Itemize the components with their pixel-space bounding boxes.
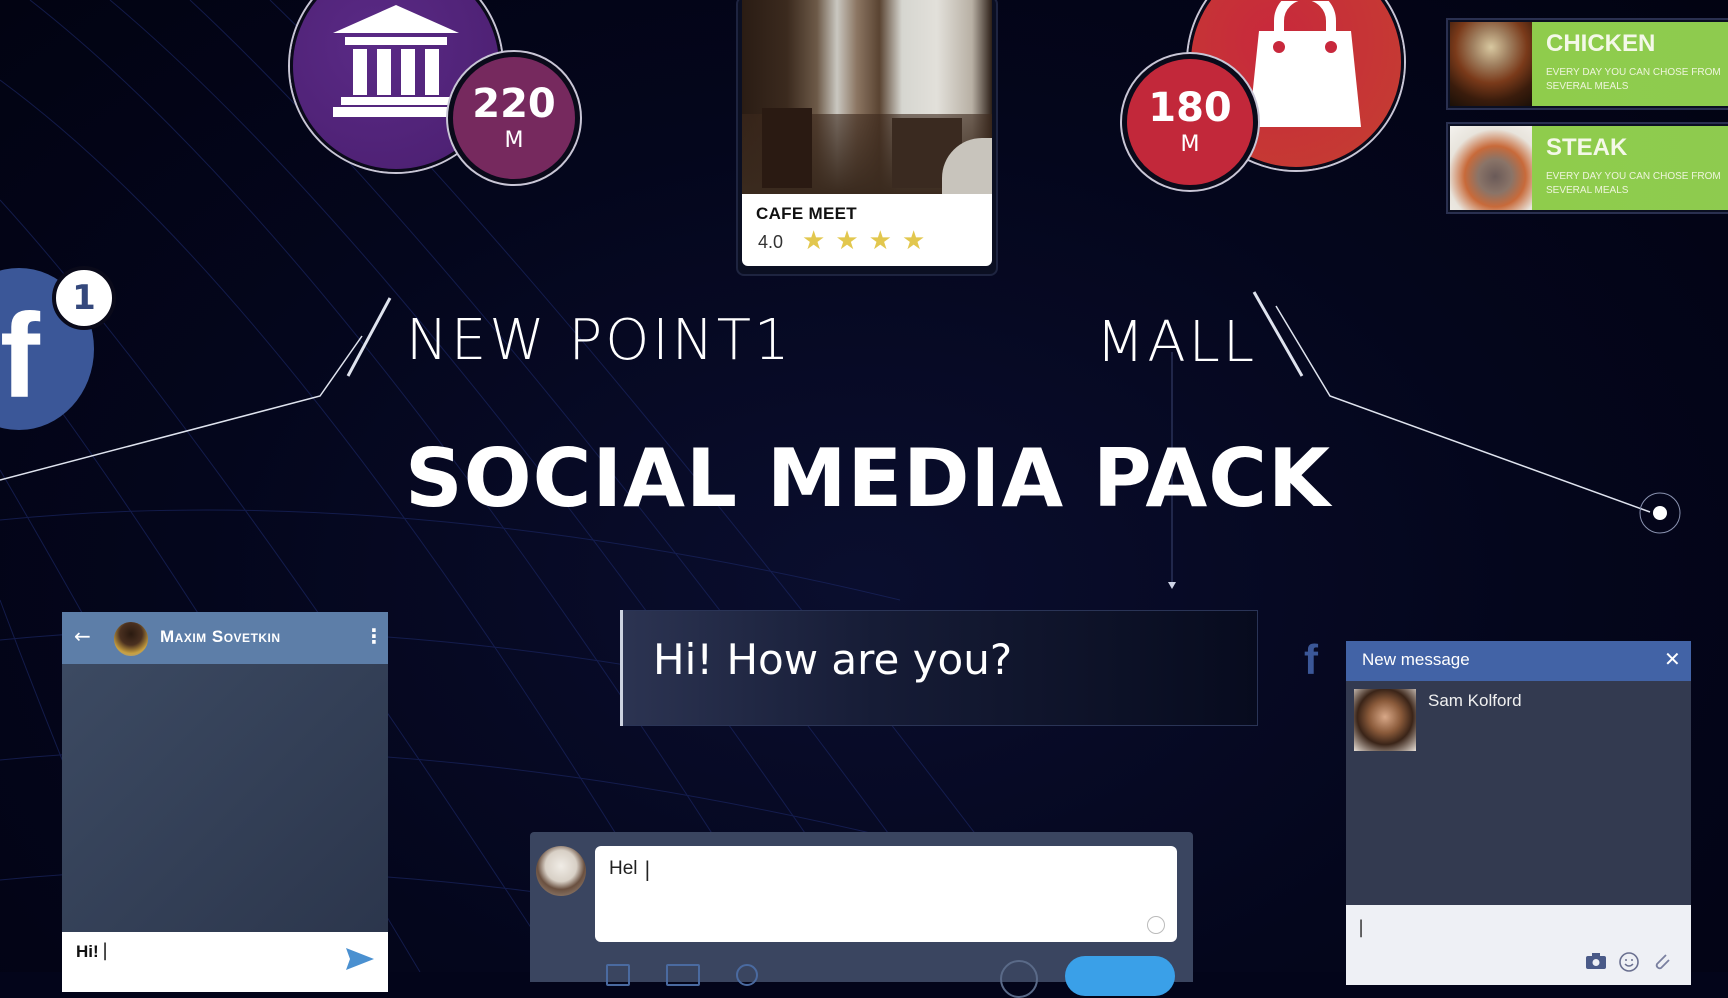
post-button[interactable]	[1065, 956, 1175, 996]
back-arrow-icon[interactable]: ←	[74, 624, 91, 648]
chat-window: ← Maxim Sovetkin ⋮ Hi! |	[62, 612, 388, 992]
star-icon: ★	[868, 226, 892, 256]
user-avatar	[536, 846, 586, 896]
post-composer: Hel |	[530, 832, 1193, 998]
cafe-title: CAFE MEET	[756, 204, 857, 223]
facebook-small-icon: f	[1304, 636, 1318, 683]
new-message-input[interactable]: |	[1346, 905, 1691, 985]
camera-icon[interactable]	[1586, 953, 1606, 969]
food-description: EVERY DAY YOU CAN CHOSE FROM SEVERAL MEA…	[1546, 67, 1721, 92]
food-title: CHICKEN	[1546, 30, 1656, 57]
close-icon[interactable]: ✕	[1664, 647, 1681, 671]
star-icon: ★	[802, 226, 826, 256]
cafe-rating: 4.0	[758, 232, 784, 252]
food-card-steak[interactable]: STEAK EVERY DAY YOU CAN CHOSE FROM SEVER…	[1446, 122, 1728, 214]
food-description: EVERY DAY YOU CAN CHOSE FROM SEVERAL MEA…	[1546, 171, 1721, 196]
right-point-label: MALL	[1096, 310, 1258, 375]
bank-stat-badge: 220 M	[448, 52, 580, 184]
star-rating: ★ ★ ★ ★	[802, 228, 925, 254]
cafe-info: CAFE MEET 4.0 ★ ★ ★ ★	[742, 194, 992, 266]
notification-count: 1	[52, 266, 116, 330]
mall-stat-value: 180	[1148, 84, 1232, 131]
chat-header: ← Maxim Sovetkin ⋮	[62, 612, 388, 664]
composer-input[interactable]: Hel |	[595, 846, 1177, 942]
cafe-photo	[742, 0, 992, 194]
bank-icon	[333, 5, 459, 117]
image-icon[interactable]	[606, 964, 630, 986]
contact-name: Sam Kolford	[1428, 691, 1522, 710]
new-message-header: New message ✕	[1346, 641, 1691, 681]
star-icon: ★	[835, 226, 859, 256]
food-card-chicken[interactable]: CHICKEN EVERY DAY YOU CAN CHOSE FROM SEV…	[1446, 18, 1728, 110]
progress-ring	[1000, 960, 1038, 998]
chicken-image	[1450, 22, 1532, 106]
location-icon[interactable]	[736, 964, 758, 986]
cafe-card[interactable]: CAFE MEET 4.0 ★ ★ ★ ★	[736, 0, 998, 276]
message-accent-bar	[620, 610, 623, 726]
loader-circle	[1147, 916, 1165, 934]
mall-stat-unit: M	[1180, 131, 1200, 157]
right-accent-line	[1252, 291, 1304, 377]
chat-input[interactable]: Hi! |	[62, 932, 388, 992]
send-icon[interactable]	[346, 948, 374, 970]
composer-input-value: Hel	[609, 858, 638, 879]
text-cursor: |	[1358, 917, 1365, 938]
left-point-label: NEW POINT1	[406, 308, 793, 373]
bank-stat-unit: M	[504, 127, 524, 153]
attach-icon[interactable]	[1652, 951, 1672, 973]
message-bubble: Hi! How are you?	[620, 610, 1258, 726]
chat-input-value: Hi!	[76, 942, 99, 961]
contact-photo	[1354, 689, 1416, 751]
bank-stat-value: 220	[472, 80, 556, 127]
mall-stat-badge: 180 M	[1122, 54, 1258, 190]
contact-name: Maxim Sovetkin	[160, 627, 281, 646]
new-message-title: New message	[1362, 650, 1470, 669]
steak-image	[1450, 126, 1532, 210]
left-accent-line	[346, 297, 392, 377]
food-title: STEAK	[1546, 134, 1628, 161]
more-vertical-icon[interactable]: ⋮	[364, 624, 384, 648]
message-text: Hi! How are you?	[653, 635, 1013, 684]
star-icon: ★	[901, 226, 926, 256]
contact-avatar	[114, 622, 148, 656]
facebook-icon: f	[0, 289, 40, 423]
gif-icon[interactable]	[666, 964, 700, 986]
shopping-bag-icon	[1249, 1, 1361, 127]
new-message-window: New message ✕ Sam Kolford |	[1346, 641, 1691, 985]
page-title: SOCIAL MEDIA PACK	[405, 432, 1331, 525]
emoji-icon[interactable]	[1618, 951, 1640, 973]
